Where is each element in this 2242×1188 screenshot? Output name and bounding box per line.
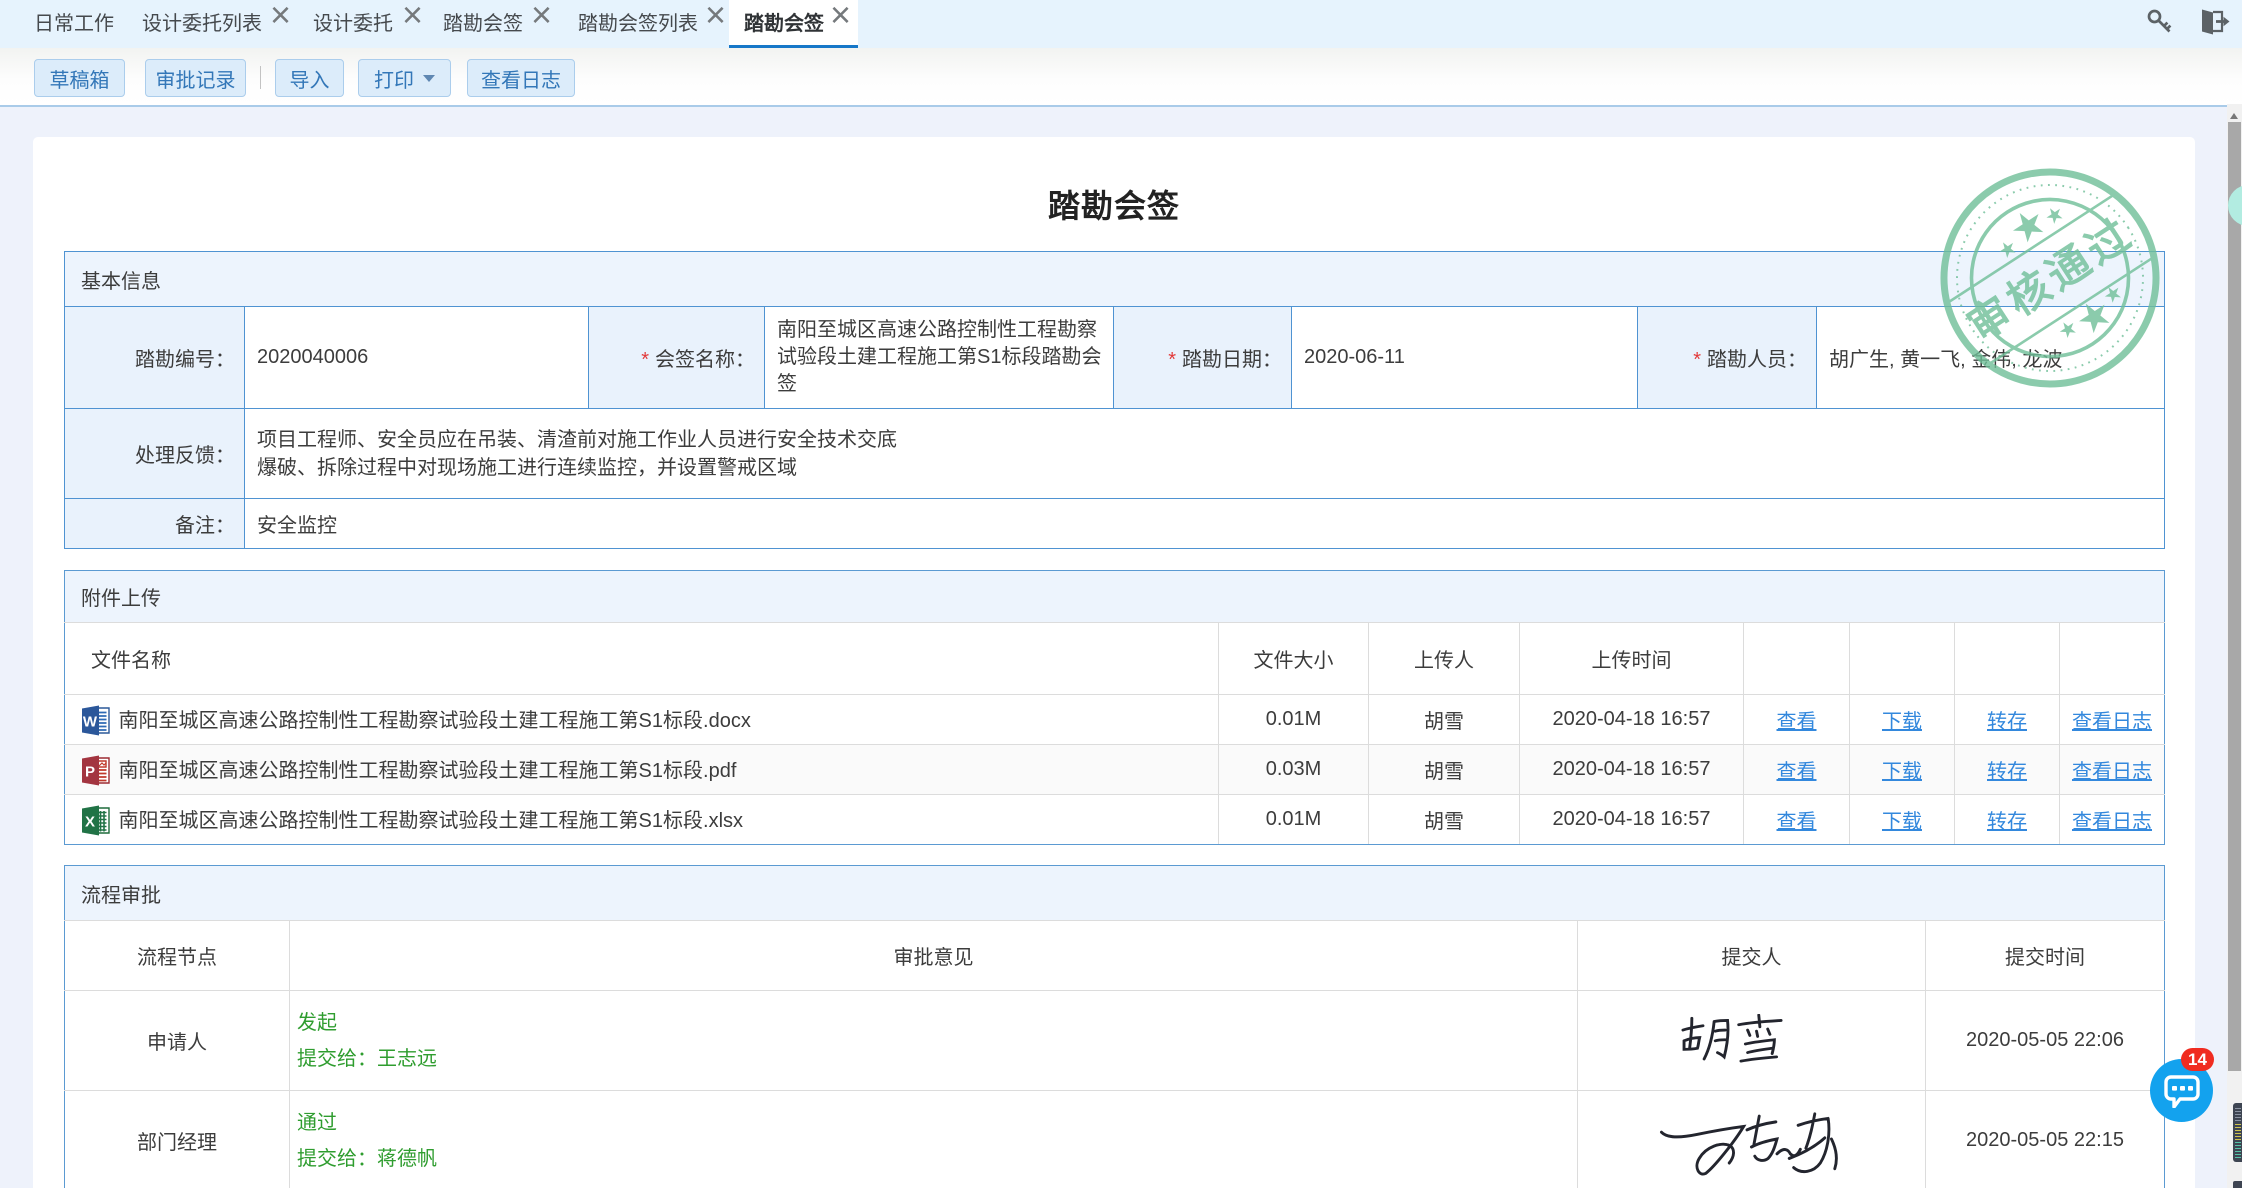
svg-text:X: X bbox=[85, 813, 95, 830]
svg-text:P: P bbox=[85, 763, 95, 780]
svg-text:W: W bbox=[83, 713, 98, 730]
